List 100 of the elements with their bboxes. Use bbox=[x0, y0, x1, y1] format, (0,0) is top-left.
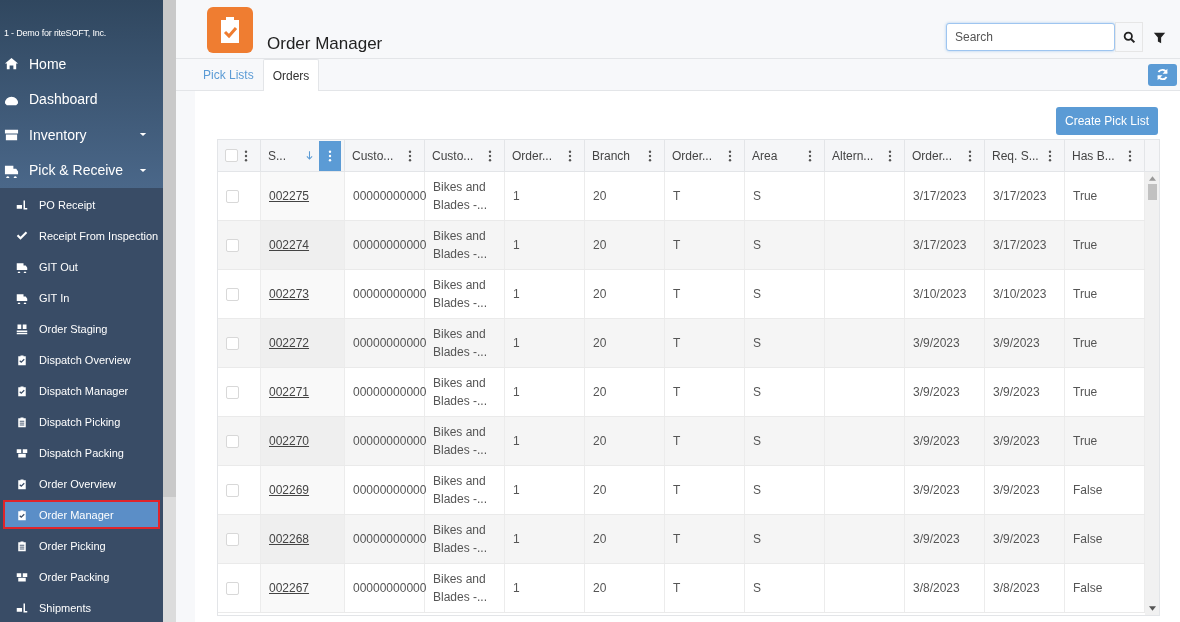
order-link[interactable]: 002274 bbox=[269, 238, 310, 252]
nav-item[interactable]: Inventory bbox=[0, 117, 163, 153]
table-cell-text: 00000000000 bbox=[353, 384, 427, 401]
checkbox[interactable] bbox=[226, 385, 239, 399]
nav-item[interactable]: Dispatch Picking bbox=[0, 407, 163, 436]
kebab-icon bbox=[568, 149, 572, 162]
nav-item[interactable]: Pick & Receive bbox=[0, 152, 163, 188]
table-cell-text: 00000000000 bbox=[353, 335, 427, 352]
table-cell-text: Bikes and Blades -... bbox=[433, 571, 489, 606]
table-cell-text: 20 bbox=[593, 580, 607, 597]
kebab-icon bbox=[488, 149, 492, 162]
column-header[interactable]: Has B... bbox=[1072, 148, 1119, 163]
table-cell-text: 1 bbox=[513, 286, 520, 303]
order-link[interactable]: 002267 bbox=[269, 581, 310, 595]
kebab-icon bbox=[648, 149, 652, 162]
table-cell-text: True bbox=[1073, 384, 1098, 401]
column-header[interactable]: Custo... bbox=[432, 148, 479, 163]
nav-item[interactable]: Order Packing bbox=[0, 562, 163, 591]
page-title: Order Manager bbox=[267, 34, 383, 54]
table-cell-text: 00000000000 bbox=[353, 237, 427, 254]
refresh-button[interactable] bbox=[1148, 63, 1177, 86]
tab[interactable]: Orders bbox=[262, 59, 320, 91]
table-cell-text: T bbox=[673, 433, 681, 450]
table-cell-text: 20 bbox=[593, 433, 607, 450]
clip-icon bbox=[16, 353, 28, 366]
nav-item[interactable]: Dispatch Manager bbox=[0, 376, 163, 405]
nav-item[interactable]: Shipments bbox=[0, 593, 163, 622]
table-cell-text: 00000000000 bbox=[353, 188, 427, 205]
table-cell-text: 00000000000 bbox=[353, 531, 427, 548]
scroll-up-icon[interactable] bbox=[1148, 176, 1156, 181]
company-name: 1 - Demo for riteSOFT, Inc. bbox=[3, 28, 108, 40]
table-cell-text: 1 bbox=[513, 384, 520, 401]
table-cell-text: False bbox=[1073, 482, 1103, 499]
search-button[interactable] bbox=[1115, 22, 1143, 52]
order-link[interactable]: 002272 bbox=[269, 336, 310, 350]
table-cell-text: 1 bbox=[513, 531, 520, 548]
checkbox[interactable] bbox=[226, 189, 239, 203]
kebab-icon bbox=[808, 149, 812, 162]
scrollbar[interactable] bbox=[163, 0, 176, 622]
clipboard-check-icon bbox=[207, 7, 253, 53]
column-header[interactable]: Branch bbox=[592, 148, 639, 163]
nav-item[interactable]: Dispatch Overview bbox=[0, 345, 163, 374]
order-link[interactable]: 002270 bbox=[269, 434, 310, 448]
order-link[interactable]: 002275 bbox=[269, 189, 310, 203]
column-header[interactable]: Order... bbox=[912, 148, 959, 163]
table-cell-text: S bbox=[753, 335, 761, 352]
nav-item[interactable]: Order Picking bbox=[0, 531, 163, 560]
nav-item[interactable]: GIT In bbox=[0, 283, 163, 312]
filter-icon[interactable] bbox=[1153, 30, 1166, 44]
column-header[interactable]: Order... bbox=[672, 148, 719, 163]
checkbox[interactable] bbox=[226, 336, 239, 350]
nav-item[interactable]: Order Staging bbox=[0, 314, 163, 343]
table-cell-text: T bbox=[673, 286, 681, 303]
column-header[interactable]: S... bbox=[268, 148, 306, 163]
table-cell-text: 3/9/2023 bbox=[993, 433, 1040, 450]
column-header[interactable]: Custo... bbox=[352, 148, 399, 163]
scrollbar[interactable] bbox=[1145, 172, 1159, 615]
checkbox[interactable] bbox=[226, 581, 239, 595]
nav-item[interactable]: GIT Out bbox=[0, 252, 163, 281]
scroll-down-icon[interactable] bbox=[1148, 606, 1156, 611]
table-cell-text: S bbox=[753, 580, 761, 597]
order-link[interactable]: 002273 bbox=[269, 287, 310, 301]
table-cell-text: 3/9/2023 bbox=[913, 482, 960, 499]
table-cell-text: True bbox=[1073, 286, 1098, 303]
column-menu-button[interactable] bbox=[319, 140, 341, 171]
clip-icon bbox=[16, 477, 28, 490]
column-header[interactable]: Req. S... bbox=[992, 148, 1039, 163]
search-field[interactable]: Search bbox=[946, 23, 1115, 51]
nav-item[interactable]: Receipt From Inspection bbox=[0, 221, 163, 250]
checkbox[interactable] bbox=[226, 532, 239, 546]
table-cell-text: 3/17/2023 bbox=[993, 188, 1047, 205]
checkbox[interactable] bbox=[226, 287, 239, 301]
order-link[interactable]: 002271 bbox=[269, 385, 310, 399]
order-link[interactable]: 002268 bbox=[269, 532, 310, 546]
nav-item[interactable]: PO Receipt bbox=[0, 190, 163, 219]
column-header[interactable]: Order... bbox=[512, 148, 559, 163]
nav-item[interactable]: Dashboard bbox=[0, 81, 163, 117]
table-cell-text: Bikes and Blades -... bbox=[433, 277, 489, 312]
list-icon bbox=[16, 415, 28, 428]
table-cell-text: 00000000000 bbox=[353, 580, 427, 597]
table-cell-text: 3/10/2023 bbox=[993, 286, 1047, 303]
checkbox[interactable] bbox=[226, 238, 239, 252]
table-cell-text: 3/9/2023 bbox=[993, 335, 1040, 352]
order-link[interactable]: 002269 bbox=[269, 483, 310, 497]
nav-item[interactable]: Home bbox=[0, 46, 163, 82]
table-cell-text: 3/17/2023 bbox=[993, 237, 1047, 254]
checkbox[interactable] bbox=[225, 149, 238, 162]
table-cell-text: 3/9/2023 bbox=[993, 531, 1040, 548]
table-cell-text: S bbox=[753, 286, 761, 303]
column-header[interactable]: Area bbox=[752, 148, 799, 163]
nav-item[interactable]: Order Overview bbox=[0, 469, 163, 498]
checkbox[interactable] bbox=[226, 483, 239, 497]
nav-item[interactable]: Dispatch Packing bbox=[0, 438, 163, 467]
column-header[interactable]: Altern... bbox=[832, 148, 879, 163]
checkbox[interactable] bbox=[226, 434, 239, 448]
scrollbar-thumb[interactable] bbox=[1147, 184, 1157, 200]
column-menu-icon[interactable] bbox=[244, 149, 248, 162]
table-cell-text: 3/8/2023 bbox=[993, 580, 1040, 597]
table-cell-text: 00000000000 bbox=[353, 482, 427, 499]
table-cell-text: 1 bbox=[513, 433, 520, 450]
